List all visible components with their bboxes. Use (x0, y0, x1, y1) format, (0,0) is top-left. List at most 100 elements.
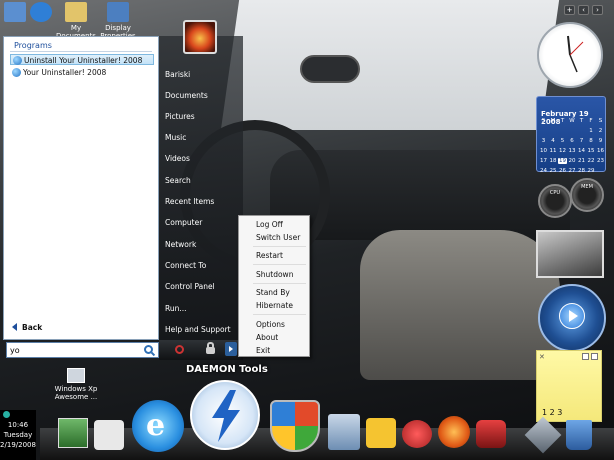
calendar-day[interactable]: 25 (549, 168, 558, 174)
user-avatar[interactable] (183, 20, 217, 54)
calendar-weekday: S (541, 118, 546, 124)
calendar-day[interactable]: 4 (549, 138, 558, 144)
calendar-day[interactable]: 11 (549, 148, 558, 154)
start-item-music[interactable]: Music (165, 133, 186, 142)
program-item-uninstall[interactable]: Uninstall Your Uninstaller! 2008 (10, 54, 154, 65)
start-item-network[interactable]: Network (165, 240, 196, 249)
menu-item-stand-by[interactable]: Stand By (256, 288, 290, 297)
sidebar-next-button[interactable]: › (592, 5, 603, 15)
program-item-label: Your Uninstaller! 2008 (23, 68, 107, 77)
start-search-input[interactable] (6, 342, 159, 358)
notes-new-icon[interactable] (591, 353, 598, 360)
window-icon (67, 368, 85, 383)
calendar-day[interactable]: 20 (568, 158, 577, 164)
calendar-day[interactable]: 27 (568, 168, 577, 174)
calendar-day[interactable]: 21 (577, 158, 586, 164)
games-icon[interactable] (402, 420, 432, 448)
calendar-day[interactable]: 15 (587, 148, 596, 154)
menu-item-options[interactable]: Options (256, 320, 285, 329)
calendar-day[interactable]: 22 (587, 158, 596, 164)
clock-time: 10:46 (7, 421, 29, 429)
calendar-day[interactable]: 14 (577, 148, 586, 154)
calendar-day[interactable]: 10 (539, 148, 548, 154)
lock-icon[interactable] (206, 342, 215, 354)
start-menu: Programs Uninstall Your Uninstaller! 200… (3, 20, 243, 360)
program-item-label: Uninstall Your Uninstaller! 2008 (24, 56, 143, 65)
desktop-icon-display-properties[interactable]: Display Properties (98, 2, 138, 40)
gauge-gadget[interactable]: CPU MEM (536, 178, 608, 226)
back-button[interactable]: Back (12, 323, 42, 332)
daemon-tools-icon[interactable] (190, 380, 260, 450)
recycle-bin-dock-icon[interactable] (566, 420, 592, 450)
toolbox-icon[interactable] (476, 420, 506, 448)
calendar-day[interactable]: 28 (577, 168, 586, 174)
notes-check-icon[interactable] (582, 353, 589, 360)
calendar-day[interactable]: 23 (596, 158, 605, 164)
start-item-pictures[interactable]: Pictures (165, 112, 195, 121)
fontcreator-icon[interactable] (328, 414, 360, 450)
calendar-day[interactable]: 7 (577, 138, 586, 144)
notes-close-icon[interactable]: ✕ (539, 353, 545, 361)
calendar-day[interactable]: 2 (596, 128, 605, 134)
notification-icon[interactable] (3, 411, 10, 418)
calendar-day[interactable]: 3 (539, 138, 548, 144)
programs-header: Programs (14, 41, 52, 50)
sidebar-prev-button[interactable]: ‹ (578, 5, 589, 15)
clock-gadget[interactable] (537, 22, 603, 88)
calendar-day[interactable]: 26 (558, 168, 567, 174)
start-item-documents[interactable]: Documents (165, 91, 208, 100)
menu-item-exit[interactable]: Exit (256, 346, 270, 355)
start-item-run[interactable]: Run... (165, 304, 187, 313)
menu-separator (253, 283, 306, 284)
start-item-connect-to[interactable]: Connect To (165, 261, 206, 270)
start-item-help[interactable]: Help and Support (165, 325, 231, 334)
desktop-icon-my-documents[interactable]: My Documents (56, 2, 96, 40)
sidebar-add-button[interactable]: + (564, 5, 575, 15)
internet-explorer-icon[interactable]: e (132, 400, 184, 452)
desktop-icon-windows-xp[interactable]: Windows Xp Awesome ... (46, 368, 106, 401)
calendar-day[interactable]: 17 (539, 158, 548, 164)
power-options-arrow-icon[interactable] (225, 342, 237, 356)
menu-item-restart[interactable]: Restart (256, 251, 283, 260)
start-item-control-panel[interactable]: Control Panel (165, 282, 215, 291)
start-item-search[interactable]: Search (165, 176, 191, 185)
start-menu-right-pane (159, 36, 243, 340)
calendar-day[interactable]: 6 (568, 138, 577, 144)
calendar-day[interactable]: 19 (558, 158, 567, 164)
calendar-day[interactable]: 1 (587, 128, 596, 134)
play-icon[interactable] (559, 303, 585, 329)
calendar-day[interactable]: 12 (558, 148, 567, 154)
calendar-weekday: S (598, 118, 603, 124)
folder-icon (65, 2, 87, 22)
desktop-icon-ie[interactable] (30, 2, 52, 24)
menu-item-hibernate[interactable]: Hibernate (256, 301, 293, 310)
calendar-day[interactable]: 9 (596, 138, 605, 144)
calendar-day[interactable]: 8 (587, 138, 596, 144)
calendar-day[interactable]: 16 (596, 148, 605, 154)
menu-item-about[interactable]: About (256, 333, 278, 342)
monitor-icon[interactable] (58, 418, 88, 448)
menu-item-switch-user[interactable]: Switch User (256, 233, 300, 242)
firefox-icon[interactable] (438, 416, 470, 448)
start-item-videos[interactable]: Videos (165, 154, 190, 163)
start-item-user[interactable]: Bariski (165, 70, 190, 79)
calendar-day[interactable]: 5 (558, 138, 567, 144)
keys-icon[interactable] (366, 418, 396, 448)
start-item-recent-items[interactable]: Recent Items (165, 197, 214, 206)
search-icon[interactable] (144, 345, 153, 354)
calendar-day[interactable]: 13 (568, 148, 577, 154)
security-shield-icon[interactable] (270, 400, 320, 452)
program-item-your-uninstaller[interactable]: Your Uninstaller! 2008 (10, 67, 154, 78)
menu-item-log-off[interactable]: Log Off (256, 220, 283, 229)
start-item-computer[interactable]: Computer (165, 218, 202, 227)
slideshow-gadget[interactable] (536, 230, 604, 278)
desktop-icon-recycle[interactable] (4, 2, 26, 24)
uninstaller-icon (12, 68, 21, 77)
calendar-day[interactable]: 18 (549, 158, 558, 164)
calendar-day[interactable]: 24 (539, 168, 548, 174)
ipod-icon[interactable] (94, 420, 124, 450)
programs-divider (10, 51, 152, 52)
menu-item-shutdown[interactable]: Shutdown (256, 270, 293, 279)
calendar-day[interactable]: 29 (587, 168, 596, 174)
power-icon[interactable] (175, 345, 184, 354)
